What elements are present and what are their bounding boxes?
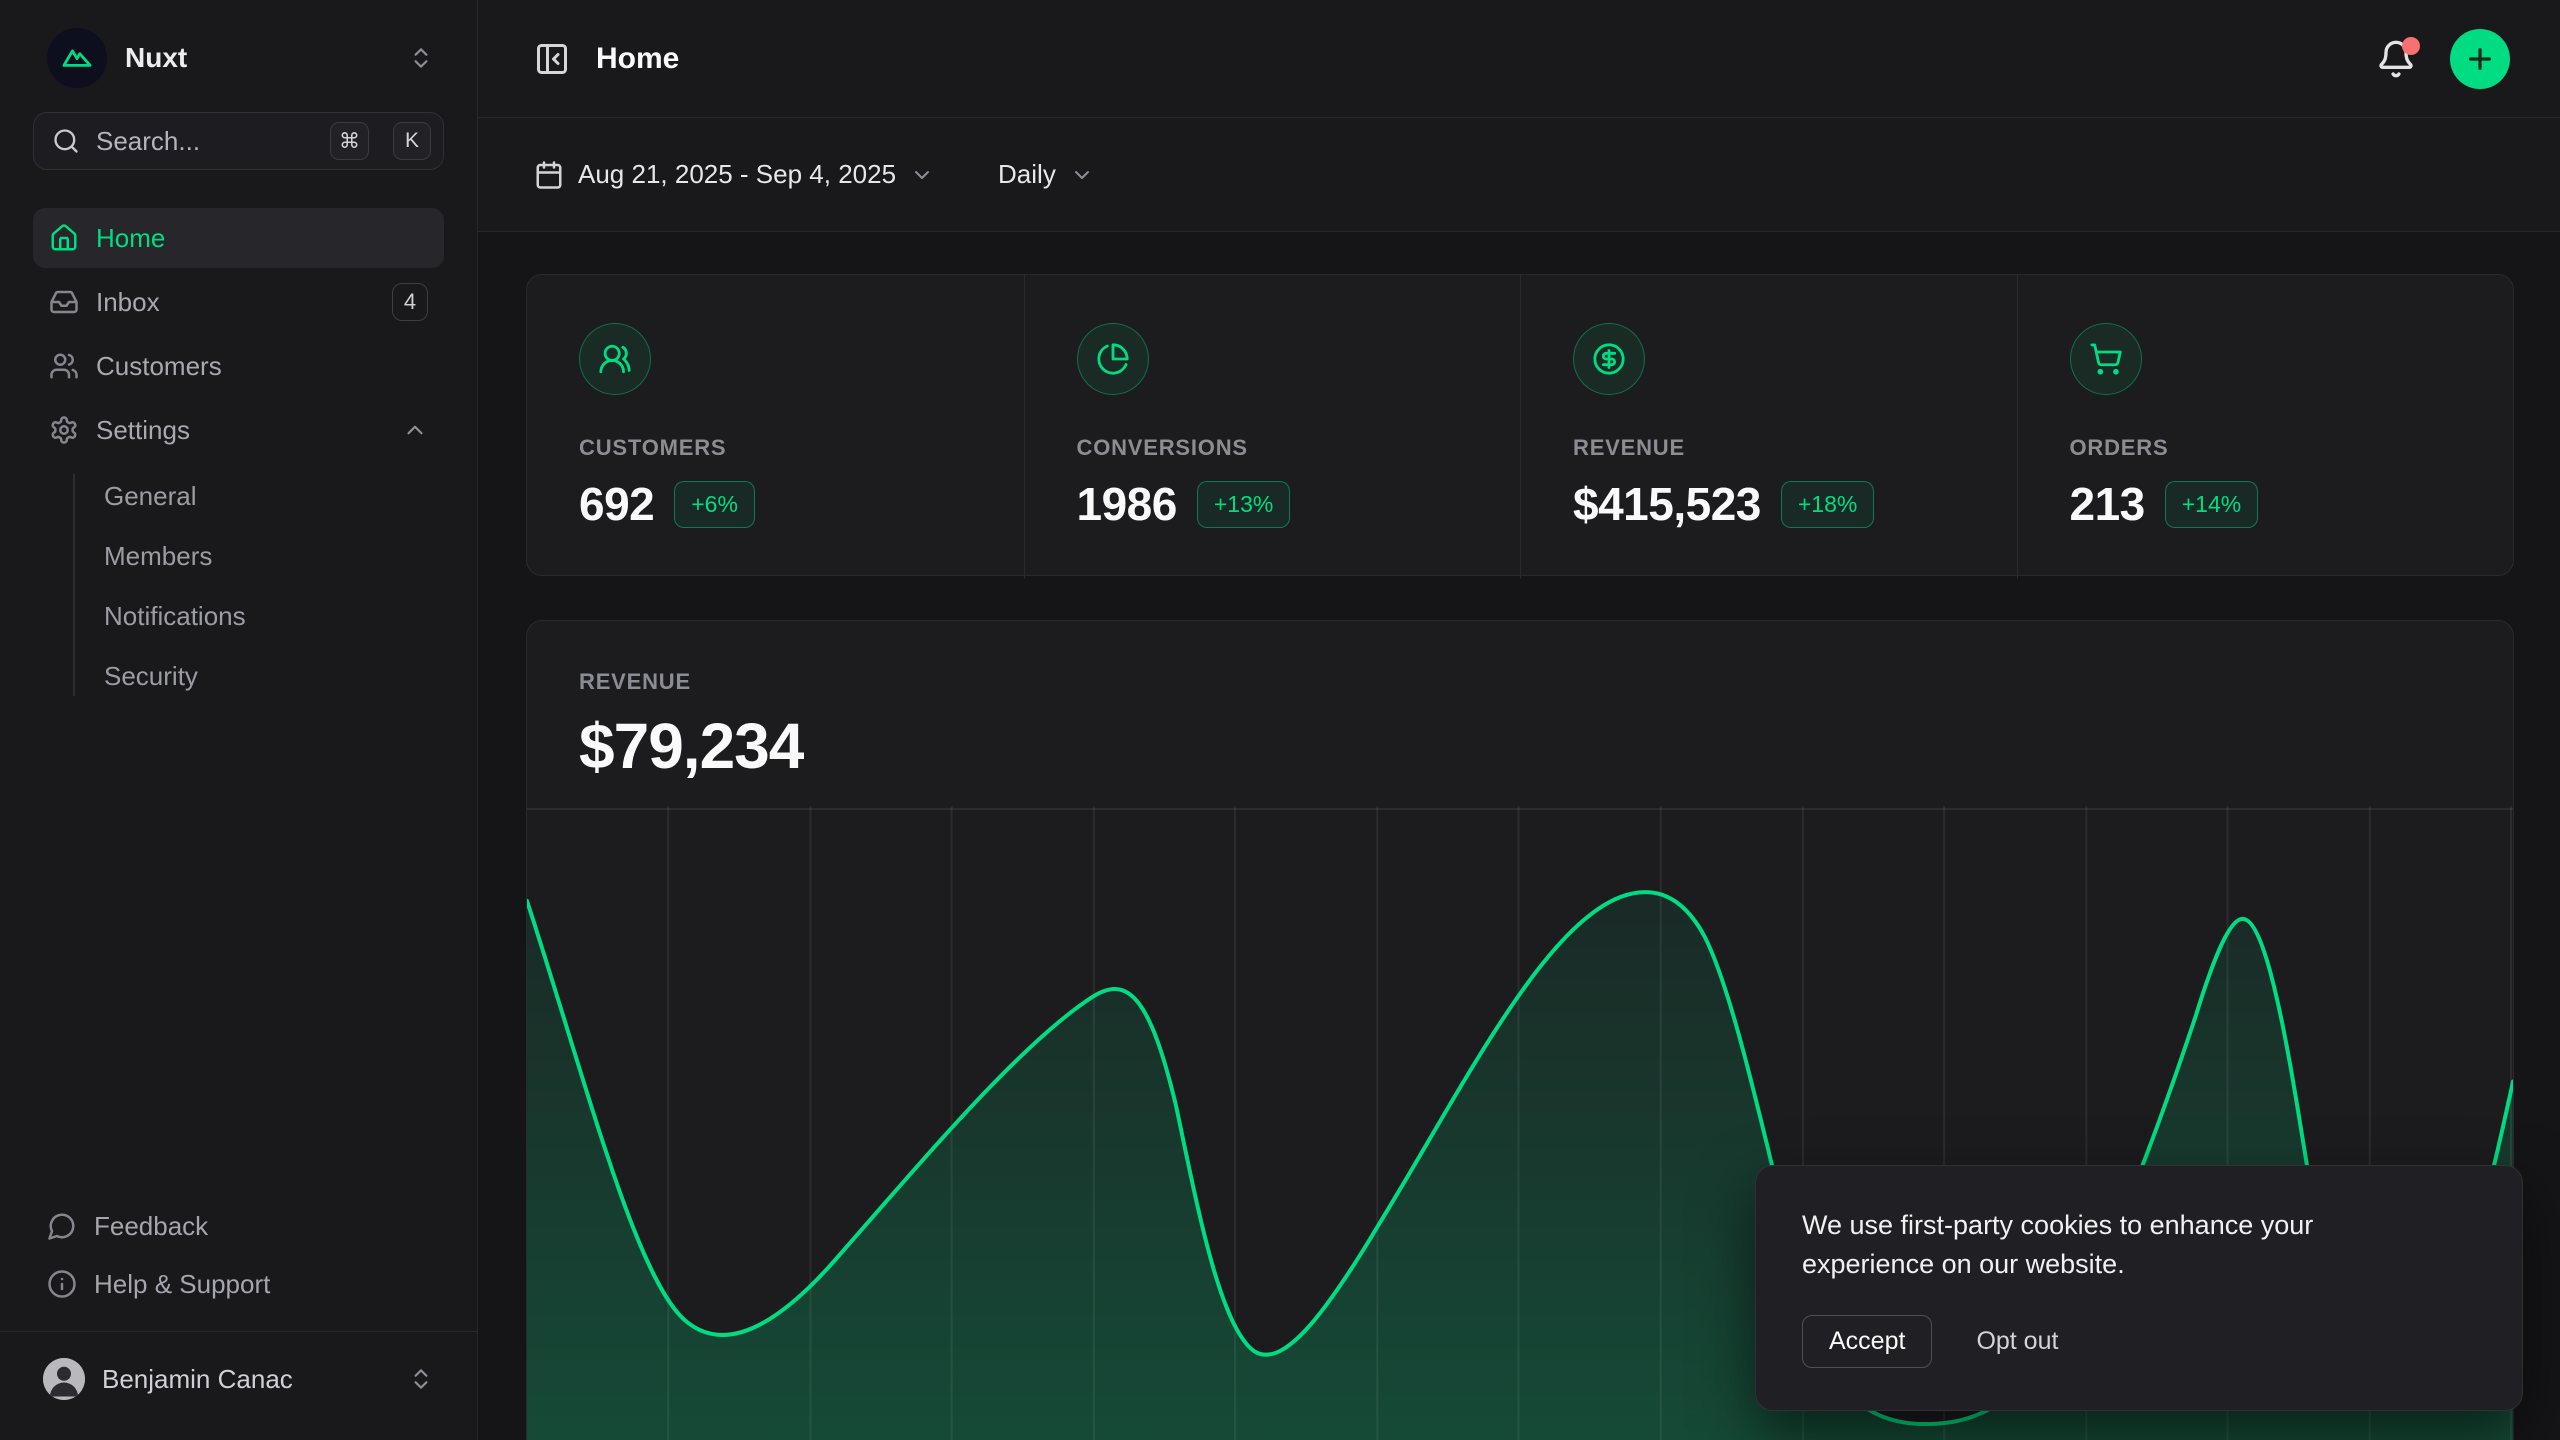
kbd-k: K — [393, 122, 431, 160]
stats-row: CUSTOMERS 692 +6% CONVERSIONS 1986 +13% — [526, 274, 2514, 576]
search-input[interactable]: Search... ⌘ K — [33, 112, 444, 170]
header-actions — [2376, 29, 2510, 89]
chevron-up-icon — [402, 417, 428, 443]
revenue-chart-value: $79,234 — [579, 709, 2461, 783]
circle-dollar-icon — [1592, 342, 1626, 376]
home-icon — [49, 223, 79, 253]
stat-card-orders[interactable]: ORDERS 213 +14% — [2017, 275, 2514, 579]
sidebar-item-label: Home — [96, 223, 165, 254]
sidebar-item-general[interactable]: General — [104, 466, 444, 526]
sidebar-item-home[interactable]: Home — [33, 208, 444, 268]
comment-icon — [47, 1211, 77, 1241]
sidebar: Nuxt Search... ⌘ K Home Inbox 4 Customer… — [0, 0, 478, 1440]
stat-label: ORDERS — [2070, 435, 2462, 461]
chevron-down-icon — [910, 163, 934, 187]
stat-card-revenue[interactable]: REVENUE $415,523 +18% — [1520, 275, 2017, 579]
external-link-icon — [227, 1209, 247, 1229]
inbox-icon — [49, 287, 79, 317]
stat-delta-badge: +13% — [1197, 481, 1290, 528]
stat-delta-badge: +14% — [2165, 481, 2258, 528]
sidebar-item-customers[interactable]: Customers — [33, 336, 444, 396]
sidebar-item-notifications[interactable]: Notifications — [104, 586, 444, 646]
external-link-icon — [289, 1267, 309, 1287]
stat-icon-circle — [1573, 323, 1645, 395]
feedback-label: Feedback — [94, 1211, 208, 1242]
page-title: Home — [596, 42, 679, 76]
user-menu[interactable]: Benjamin Canac — [33, 1346, 444, 1412]
stat-card-customers[interactable]: CUSTOMERS 692 +6% — [527, 275, 1024, 579]
workspace-name: Nuxt — [125, 42, 187, 74]
stat-label: CONVERSIONS — [1077, 435, 1469, 461]
cookie-banner: We use first-party cookies to enhance yo… — [1755, 1165, 2523, 1411]
settings-subnav: General Members Notifications Security — [33, 466, 444, 706]
calendar-icon — [534, 160, 564, 190]
chevron-down-icon — [1070, 163, 1094, 187]
help-support-label: Help & Support — [94, 1269, 270, 1300]
date-range-picker[interactable]: Aug 21, 2025 - Sep 4, 2025 — [534, 159, 934, 190]
sidebar-nav: Home Inbox 4 Customers Settings General … — [33, 208, 444, 706]
chevrons-up-down-icon — [408, 1366, 434, 1392]
stat-value: 692 — [579, 477, 654, 531]
info-icon — [47, 1269, 77, 1299]
accept-button[interactable]: Accept — [1802, 1315, 1932, 1368]
notifications-button[interactable] — [2376, 39, 2416, 79]
chevrons-up-down-icon — [408, 45, 434, 71]
help-support-link[interactable]: Help & Support — [33, 1255, 444, 1313]
add-button[interactable] — [2450, 29, 2510, 89]
stat-delta-badge: +18% — [1781, 481, 1874, 528]
kbd-cmd: ⌘ — [330, 122, 369, 160]
filter-toolbar: Aug 21, 2025 - Sep 4, 2025 Daily — [478, 118, 2560, 232]
sidebar-item-label: Settings — [96, 415, 190, 446]
sidebar-item-members[interactable]: Members — [104, 526, 444, 586]
stat-label: CUSTOMERS — [579, 435, 972, 461]
search-placeholder: Search... — [96, 126, 314, 157]
cookie-message: We use first-party cookies to enhance yo… — [1802, 1206, 2442, 1285]
avatar — [43, 1358, 85, 1400]
search-icon — [52, 127, 80, 155]
sidebar-divider — [0, 1331, 477, 1332]
sidebar-item-label: Inbox — [96, 287, 160, 318]
users-round-icon — [598, 342, 632, 376]
granularity-select[interactable]: Daily — [998, 159, 1094, 190]
opt-out-button[interactable]: Opt out — [1976, 1327, 2058, 1356]
nuxt-logo-icon — [47, 28, 107, 88]
stat-label: REVENUE — [1573, 435, 1965, 461]
stat-icon-circle — [2070, 323, 2142, 395]
stat-card-conversions[interactable]: CONVERSIONS 1986 +13% — [1024, 275, 1521, 579]
sidebar-item-inbox[interactable]: Inbox 4 — [33, 272, 444, 332]
stat-icon-circle — [1077, 323, 1149, 395]
stat-value: 213 — [2070, 477, 2145, 531]
plus-icon — [2464, 43, 2496, 75]
stat-icon-circle — [579, 323, 651, 395]
page-header: Home — [478, 0, 2560, 118]
stat-delta-badge: +6% — [674, 481, 755, 528]
sidebar-item-security[interactable]: Security — [104, 646, 444, 706]
stat-value: 1986 — [1077, 477, 1177, 531]
date-range-label: Aug 21, 2025 - Sep 4, 2025 — [578, 159, 896, 190]
workspace-switcher[interactable]: Nuxt — [33, 20, 444, 96]
collapse-sidebar-icon[interactable] — [534, 41, 570, 77]
notification-dot — [2402, 37, 2420, 55]
inbox-count-badge: 4 — [392, 283, 428, 321]
feedback-link[interactable]: Feedback — [33, 1197, 444, 1255]
revenue-chart-label: REVENUE — [579, 669, 2461, 695]
sidebar-item-label: Customers — [96, 351, 222, 382]
shopping-cart-icon — [2089, 342, 2123, 376]
pie-chart-icon — [1096, 342, 1130, 376]
gear-icon — [49, 415, 79, 445]
user-name: Benjamin Canac — [102, 1364, 293, 1395]
users-icon — [49, 351, 79, 381]
granularity-label: Daily — [998, 159, 1056, 190]
sidebar-footer: Feedback Help & Support Benjamin Canac — [33, 1197, 444, 1412]
sidebar-item-settings[interactable]: Settings — [33, 400, 444, 460]
stat-value: $415,523 — [1573, 477, 1761, 531]
